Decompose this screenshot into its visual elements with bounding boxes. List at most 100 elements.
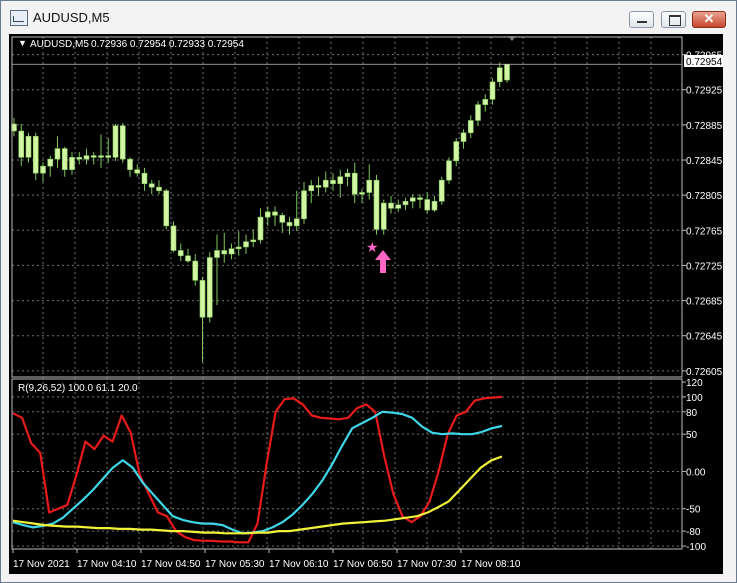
time-tick-label: 17 Nov 05:30 [205,559,265,570]
indicator-line-cyan [12,410,503,535]
window-title: AUDUSD,M5 [33,10,110,25]
maximize-button[interactable] [661,11,686,28]
candle-body [460,132,467,142]
candle-body [18,130,25,158]
time-tick-label: 17 Nov 04:50 [141,559,201,570]
candle-body [228,248,235,255]
candle-body [105,155,112,158]
candle-body [134,169,141,174]
indicator-lines [12,395,503,544]
candle-body [69,157,75,170]
candle-body [177,250,184,257]
candle-body [286,222,293,227]
price-tick-label: 0.72805 [686,191,723,202]
candle-body [308,185,315,192]
chart-window: AUDUSD,M5 ✕ 0.729650.729250.728850.72845… [0,0,737,583]
time-tick-label: 17 Nov 2021 [13,559,70,570]
price-candles [11,62,510,363]
candle-body [214,250,220,258]
candle-body [344,172,351,177]
indicator-tick-label: -50 [686,505,701,516]
chart-canvas[interactable]: 0.729650.729250.728850.728450.728050.727… [9,34,723,574]
candle-body [409,197,416,202]
candle-body [163,190,170,227]
candle-body [373,179,380,230]
indicator-tick-label: 80 [686,408,698,419]
candle-body [496,67,503,83]
time-tick-label: 17 Nov 06:10 [269,559,329,570]
candle-body [453,141,460,162]
candle-body [98,155,104,158]
time-tick-label: 17 Nov 04:10 [77,559,137,570]
candle-body [475,104,481,121]
current-price-label: 0.72954 [686,57,723,68]
candle-body [337,176,344,185]
price-tick-label: 0.72725 [686,261,723,272]
candle-body [61,148,68,170]
candle-body [467,120,474,134]
candle-body [431,200,438,211]
candle-body [322,179,329,188]
price-tick-label: 0.72765 [686,226,723,237]
candle-body [359,192,365,195]
candle-body [90,155,97,158]
candle-body [206,257,213,318]
candle-body [402,200,409,206]
close-icon: ✕ [703,11,715,26]
candle-body [272,211,278,216]
candle-body [424,199,431,211]
candle-body [330,179,336,185]
indicator-tick-label: -100 [686,542,706,553]
chart-grid [12,37,682,549]
time-tick-label: 17 Nov 08:10 [461,559,521,570]
price-tick-label: 0.72885 [686,121,723,132]
candle-body [47,158,54,167]
signal-star-icon: ★ [366,239,379,255]
indicator-tick-label: -80 [686,527,701,538]
candle-body [438,179,445,202]
candle-body [380,202,387,230]
chart-area[interactable]: 0.729650.729250.728850.728450.728050.727… [9,34,723,574]
chart-header-arrow[interactable]: ▼ [18,38,27,48]
price-tick-label: 0.72605 [686,367,723,378]
candle-body [489,81,496,100]
candle-body [170,225,177,251]
candle-body [504,63,510,81]
candle-body [54,148,61,160]
candle-body [257,216,264,241]
chart-symbol: AUDUSD,M5 [30,39,89,50]
candle-body [417,197,423,200]
candle-body [279,215,286,223]
candle-body [156,186,162,192]
price-tick-label: 0.72685 [686,297,723,308]
price-tick-label: 0.72845 [686,156,723,167]
candle-body [40,165,46,174]
chart-ohlc: 0.72936 0.72954 0.72933 0.72954 [91,39,244,50]
minimize-button[interactable] [629,11,654,28]
candle-body [388,202,394,209]
indicator-tick-label: 120 [686,378,703,389]
indicator-tick-label: 50 [686,430,698,441]
candle-body [446,160,452,181]
title-bar[interactable]: AUDUSD,M5 ✕ [1,1,736,33]
indicator-tick-label: 100 [686,393,703,404]
price-pane-border [11,36,683,378]
candle-body [482,99,489,105]
candle-body [264,211,271,218]
time-tick-label: 17 Nov 06:50 [333,559,393,570]
indicator-tick-label: 0.00 [686,467,706,478]
candle-body [192,260,199,281]
close-button[interactable]: ✕ [692,11,726,28]
candle-body [351,172,358,195]
candle-body [83,155,90,160]
candle-body [235,246,242,250]
candle-body [301,190,307,220]
candle-body [25,135,32,158]
candle-body [127,158,133,170]
chart-shift-marker[interactable] [508,36,516,41]
candle-body [315,185,322,188]
candle-body [293,218,300,227]
candle-body [250,239,257,243]
minimize-icon [637,21,647,23]
candle-body [148,183,155,188]
